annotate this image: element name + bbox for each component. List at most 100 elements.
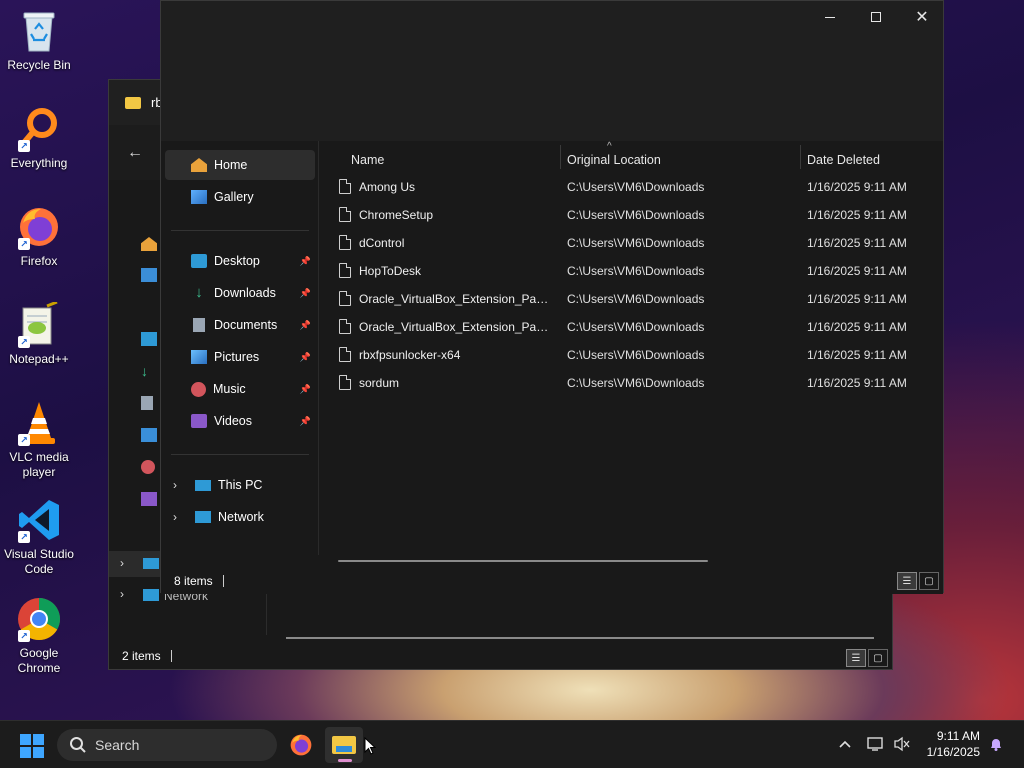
- clock-time: 9:11 AM: [936, 729, 980, 743]
- minimize-button[interactable]: [807, 1, 853, 33]
- chevron-right-icon[interactable]: ›: [173, 478, 177, 492]
- chevron-right-icon: ›: [120, 587, 124, 601]
- nav-item-network[interactable]: › Network: [165, 502, 315, 532]
- back-window-hscroll[interactable]: [286, 637, 874, 639]
- shortcut-arrow-icon: ↗: [18, 238, 30, 250]
- minimize-icon: [825, 16, 835, 18]
- pin-icon[interactable]: 📌: [300, 384, 311, 395]
- nav-item-downloads[interactable]: ↓ Downloads 📌: [165, 278, 315, 308]
- music-icon[interactable]: [141, 460, 155, 474]
- table-row[interactable]: sordum C:\Users\VM6\Downloads 1/16/2025 …: [320, 369, 943, 397]
- recycle-window-toolbar-area: [161, 33, 943, 141]
- pin-icon[interactable]: 📌: [300, 352, 311, 363]
- file-date: 1/16/2025 9:11 AM: [807, 236, 907, 250]
- file-name: sordum: [359, 376, 400, 390]
- pictures-icon[interactable]: [141, 428, 157, 442]
- file-date: 1/16/2025 9:11 AM: [807, 264, 907, 278]
- desktop-icon-everything[interactable]: ↗ Everything: [0, 106, 78, 171]
- windows-logo-icon: [20, 734, 31, 745]
- nav-item-label: Desktop: [214, 254, 260, 268]
- column-divider[interactable]: [800, 145, 801, 169]
- column-header-original-location[interactable]: Original Location: [567, 149, 661, 171]
- file-date: 1/16/2025 9:11 AM: [807, 376, 907, 390]
- column-header-date-deleted[interactable]: Date Deleted: [807, 149, 880, 171]
- clock-date: 1/16/2025: [926, 745, 980, 759]
- table-row[interactable]: Oracle_VirtualBox_Extension_Pack-... C:\…: [320, 313, 943, 341]
- column-divider[interactable]: [560, 145, 561, 169]
- maximize-button[interactable]: [853, 1, 899, 33]
- nav-item-home[interactable]: Home: [165, 150, 315, 180]
- nav-item-gallery[interactable]: Gallery: [165, 182, 315, 212]
- file-name: HopToDesk: [359, 264, 422, 278]
- desktop-icon-chrome[interactable]: ↗ Google Chrome: [0, 596, 78, 676]
- videos-icon[interactable]: [141, 492, 157, 506]
- nav-item-videos[interactable]: Videos 📌: [165, 406, 315, 436]
- everything-magnifier-icon: ↗: [16, 106, 62, 152]
- desktop-icon-firefox[interactable]: ↗ Firefox: [0, 204, 78, 269]
- file-explorer-icon: [332, 736, 356, 754]
- table-row[interactable]: ChromeSetup C:\Users\VM6\Downloads 1/16/…: [320, 201, 943, 229]
- file-icon: [339, 179, 351, 194]
- network-tray-icon[interactable]: [867, 735, 885, 753]
- nav-item-desktop[interactable]: Desktop 📌: [165, 246, 315, 276]
- recycle-bin-window[interactable]: ✕ Home Gallery Desktop 📌 ↓ Downloads 📌 D…: [160, 0, 944, 594]
- documents-icon[interactable]: [141, 396, 153, 410]
- mouse-cursor-icon: [364, 736, 377, 758]
- tray-chevron-up-icon[interactable]: [836, 735, 854, 753]
- this-pc-icon: [195, 479, 211, 491]
- table-row[interactable]: rbxfpsunlocker-x64 C:\Users\VM6\Download…: [320, 341, 943, 369]
- pin-icon[interactable]: 📌: [300, 320, 311, 331]
- download-icon[interactable]: ↓: [141, 364, 157, 378]
- file-icon: [339, 235, 351, 250]
- recycle-window-titlebar[interactable]: ✕: [161, 1, 943, 33]
- start-button[interactable]: [20, 734, 44, 758]
- taskbar-firefox[interactable]: [282, 727, 320, 763]
- pin-icon[interactable]: 📌: [300, 288, 311, 299]
- pictures-icon: [191, 350, 207, 364]
- file-date: 1/16/2025 9:11 AM: [807, 320, 907, 334]
- taskbar-search[interactable]: Search: [57, 729, 277, 761]
- home-icon[interactable]: [141, 237, 157, 251]
- desktop-icon[interactable]: [141, 332, 157, 346]
- file-name: ChromeSetup: [359, 208, 434, 222]
- desktop-icon-vscode[interactable]: ↗ Visual Studio Code: [0, 497, 78, 577]
- desktop-icon-label: Recycle Bin: [7, 58, 71, 72]
- table-row[interactable]: dControl C:\Users\VM6\Downloads 1/16/202…: [320, 229, 943, 257]
- details-view-button[interactable]: ☰: [846, 649, 866, 667]
- file-icon: [339, 291, 351, 306]
- table-row[interactable]: Among Us C:\Users\VM6\Downloads 1/16/202…: [320, 173, 943, 201]
- nav-item-this-pc[interactable]: › This PC: [165, 470, 315, 500]
- column-header-name[interactable]: Name: [351, 149, 384, 171]
- tiles-view-button[interactable]: ▢: [919, 572, 939, 590]
- nav-item-documents[interactable]: Documents 📌: [165, 310, 315, 340]
- details-view-button[interactable]: ☰: [897, 572, 917, 590]
- desktop-icon-vlc[interactable]: ↗ VLC media player: [0, 400, 78, 480]
- notification-bell-icon[interactable]: [987, 735, 1005, 753]
- close-button[interactable]: ✕: [899, 1, 945, 33]
- desktop-icon-recycle-bin[interactable]: Recycle Bin: [0, 8, 78, 73]
- table-row[interactable]: Oracle_VirtualBox_Extension_Pack-... C:\…: [320, 285, 943, 313]
- shortcut-arrow-icon: ↗: [18, 336, 30, 348]
- taskbar-file-explorer[interactable]: [325, 727, 363, 763]
- download-icon: ↓: [195, 284, 203, 301]
- nav-separator: [171, 454, 309, 455]
- taskbar-clock[interactable]: 9:11 AM 1/16/2025: [927, 728, 980, 760]
- nav-item-music[interactable]: Music 📌: [165, 374, 315, 404]
- pin-icon[interactable]: 📌: [300, 416, 311, 427]
- column-label: Date Deleted: [807, 153, 880, 167]
- desktop-icon-notepadpp[interactable]: ↗ Notepad++: [0, 302, 78, 367]
- back-arrow-icon[interactable]: ←: [127, 144, 143, 162]
- gallery-icon[interactable]: [141, 268, 157, 282]
- table-row[interactable]: HopToDesk C:\Users\VM6\Downloads 1/16/20…: [320, 257, 943, 285]
- shortcut-arrow-icon: ↗: [18, 630, 30, 642]
- windows-logo-icon: [33, 747, 44, 758]
- pin-icon[interactable]: 📌: [300, 256, 311, 267]
- chevron-right-icon[interactable]: ›: [173, 510, 177, 524]
- recycle-bin-icon: [16, 8, 62, 54]
- volume-muted-icon[interactable]: [893, 735, 911, 753]
- nav-item-label: Music: [213, 382, 246, 396]
- nav-item-pictures[interactable]: Pictures 📌: [165, 342, 315, 372]
- horizontal-scrollbar[interactable]: [338, 560, 708, 562]
- desktop-icon-label: Google Chrome: [17, 646, 61, 675]
- tiles-view-button[interactable]: ▢: [868, 649, 888, 667]
